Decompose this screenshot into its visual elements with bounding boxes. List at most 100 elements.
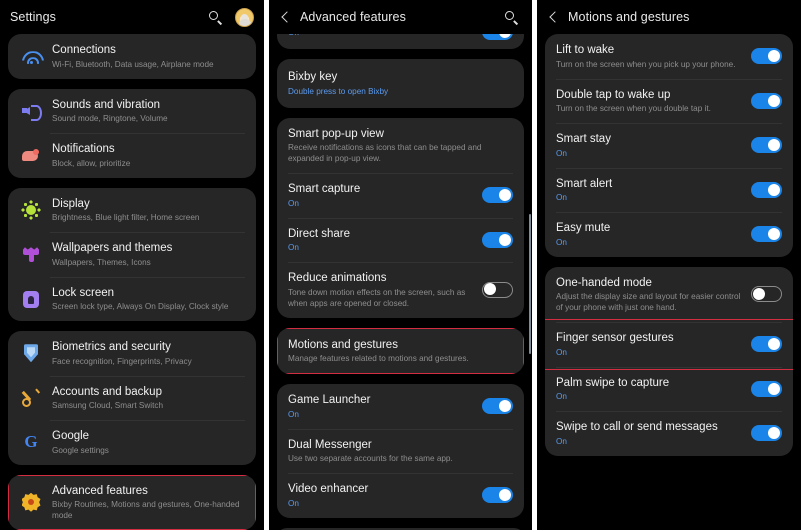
list-item-title: Bixby key — [288, 71, 338, 83]
sidebar-item-biometrics-and-security[interactable]: Biometrics and security Face recognition… — [8, 331, 256, 376]
list-item-subtitle: On — [288, 34, 474, 38]
list-item-title: Reduce animations — [288, 272, 387, 284]
list-item-title: Lift to wake — [556, 44, 615, 56]
motions-and-gestures-scroll-area[interactable]: Lift to wake Turn on the screen when you… — [537, 34, 801, 530]
lock-icon — [19, 287, 43, 311]
toggle-switch[interactable] — [751, 137, 782, 154]
list-item-subtitle: On — [288, 498, 299, 508]
mg-group-gestures: One-handed mode Adjust the display size … — [545, 266, 793, 456]
list-item-motions-and-gestures[interactable]: Motions and gestures Manage features rel… — [277, 328, 524, 375]
panel-settings: Settings Connections Wi-Fi, Bluetooth, D… — [0, 0, 264, 530]
list-item-smart-pop-up-view[interactable]: Smart pop-up view Receive notifications … — [277, 118, 524, 174]
toggle-switch[interactable] — [751, 226, 782, 243]
list-item-subtitle: Sound mode, Ringtone, Volume — [52, 114, 168, 123]
list-item-double-tap-to-wake-up[interactable]: Double tap to wake up Turn on the screen… — [545, 78, 793, 124]
sidebar-item-wallpapers-and-themes[interactable]: Wallpapers and themes Wallpapers, Themes… — [8, 232, 256, 277]
list-item-smart-alert[interactable]: Smart alert On — [545, 167, 793, 213]
list-item-title: Lock screen — [52, 286, 115, 299]
settings-scroll-area[interactable]: Connections Wi-Fi, Bluetooth, Data usage… — [0, 34, 264, 530]
list-item-bixby-key[interactable]: Bixby key Double press to open Bixby — [277, 59, 524, 108]
search-icon[interactable] — [503, 9, 520, 26]
back-arrow-icon[interactable] — [547, 10, 561, 24]
sidebar-item-google[interactable]: G Google Google settings — [8, 420, 256, 465]
advanced-features-scroll-area[interactable]: On Bixby key Double press to open Bixby … — [269, 34, 532, 530]
settings-group-display: Display Brightness, Blue light filter, H… — [8, 187, 256, 322]
advanced-features-icon — [19, 490, 43, 514]
toggle-switch[interactable] — [482, 231, 513, 248]
toggle-switch[interactable] — [482, 187, 513, 204]
sidebar-item-advanced-features[interactable]: Advanced features Bixby Routines, Motion… — [8, 475, 256, 530]
list-item-one-handed-mode[interactable]: One-handed mode Adjust the display size … — [545, 267, 793, 323]
list-item-subtitle: On — [556, 436, 567, 446]
toggle-switch[interactable] — [751, 181, 782, 198]
list-item-subtitle: Screen lock type, Always On Display, Clo… — [52, 302, 229, 311]
sidebar-item-lock-screen[interactable]: Lock screen Screen lock type, Always On … — [8, 276, 256, 322]
list-item-title: Smart pop-up view — [288, 127, 384, 140]
toggle-switch[interactable] — [751, 336, 782, 353]
wifi-icon — [19, 44, 43, 68]
display-icon — [19, 198, 43, 222]
toggle-switch[interactable] — [482, 398, 513, 415]
af-group-apps: Game Launcher On Dual Messenger Use two … — [277, 384, 524, 518]
list-item-subtitle: Use two separate accounts for the same a… — [288, 454, 453, 463]
notification-icon — [19, 143, 43, 167]
toggle-switch[interactable] — [482, 281, 513, 298]
list-item-subtitle: On — [556, 193, 567, 202]
list-item-lift-to-wake[interactable]: Lift to wake Turn on the screen when you… — [545, 34, 793, 79]
list-item-title: Connections — [52, 44, 116, 56]
list-item-swipe-to-call-or-send-messages[interactable]: Swipe to call or send messages On — [545, 411, 793, 456]
list-item-subtitle: Manage features related to motions and g… — [288, 354, 469, 363]
list-item-subtitle: On — [288, 198, 299, 208]
advanced-features-header: Advanced features — [269, 0, 532, 34]
list-item-dual-messenger[interactable]: Dual Messenger Use two separate accounts… — [277, 428, 524, 474]
sidebar-item-notifications[interactable]: Notifications Block, allow, prioritize — [8, 133, 256, 178]
list-item-direct-share[interactable]: Direct share On — [277, 217, 524, 263]
list-item-title: Palm swipe to capture — [556, 376, 670, 389]
af-group-clipped: On — [277, 34, 524, 49]
sidebar-item-accounts-and-backup[interactable]: Accounts and backup Samsung Cloud, Smart… — [8, 375, 256, 421]
settings-header: Settings — [0, 0, 264, 34]
list-item-title: Direct share — [288, 227, 350, 240]
list-item-subtitle: Adjust the display size and layout for e… — [556, 292, 741, 312]
toggle-switch[interactable] — [751, 425, 782, 442]
list-item-title: Motions and gestures — [288, 338, 398, 351]
list-item-subtitle: On — [288, 409, 299, 419]
list-item-clipped[interactable]: On — [277, 34, 524, 49]
toggle-switch[interactable] — [751, 48, 782, 65]
toggle-switch[interactable] — [751, 380, 782, 397]
wallpaper-icon — [19, 242, 43, 266]
panel-motions-and-gestures: Motions and gestures Lift to wake Turn o… — [537, 0, 801, 530]
list-item-finger-sensor-gestures[interactable]: Finger sensor gestures On — [545, 319, 793, 369]
settings-group-accounts: Biometrics and security Face recognition… — [8, 331, 256, 465]
list-item-subtitle: Face recognition, Fingerprints, Privacy — [52, 356, 192, 366]
panel-advanced-features: Advanced features On Bixby key Double pr — [269, 0, 532, 530]
sidebar-item-sounds-and-vibration[interactable]: Sounds and vibration Sound mode, Rington… — [8, 89, 256, 134]
toggle-switch[interactable] — [751, 92, 782, 109]
google-icon: G — [24, 432, 38, 452]
af-group-main: Smart pop-up view Receive notifications … — [277, 117, 524, 318]
list-item-smart-stay[interactable]: Smart stay On — [545, 123, 793, 168]
back-arrow-icon[interactable] — [279, 10, 293, 24]
list-item-title: Wallpapers and themes — [52, 242, 173, 254]
search-icon[interactable] — [207, 9, 224, 26]
list-item-palm-swipe-to-capture[interactable]: Palm swipe to capture On — [545, 366, 793, 412]
sidebar-item-connections[interactable]: Connections Wi-Fi, Bluetooth, Data usage… — [8, 34, 256, 79]
list-item-video-enhancer[interactable]: Video enhancer On — [277, 473, 524, 518]
scrollbar[interactable] — [528, 214, 531, 354]
toggle-switch[interactable] — [482, 34, 513, 40]
toggle-switch[interactable] — [751, 286, 782, 303]
list-item-title: Double tap to wake up — [556, 88, 671, 101]
list-item-game-launcher[interactable]: Game Launcher On — [277, 384, 524, 429]
list-item-subtitle: On — [556, 347, 567, 357]
list-item-title: Smart capture — [288, 183, 361, 195]
sound-icon — [19, 99, 43, 123]
list-item-reduce-animations[interactable]: Reduce animations Tone down motion effec… — [277, 262, 524, 318]
avatar[interactable] — [235, 7, 254, 27]
list-item-title: Smart stay — [556, 133, 611, 145]
list-item-title: One-handed mode — [556, 276, 652, 289]
toggle-switch[interactable] — [482, 487, 513, 504]
list-item-subtitle: Turn on the screen when you double tap i… — [556, 104, 711, 113]
list-item-smart-capture[interactable]: Smart capture On — [277, 173, 524, 218]
list-item-easy-mute[interactable]: Easy mute On — [545, 212, 793, 257]
sidebar-item-display[interactable]: Display Brightness, Blue light filter, H… — [8, 188, 256, 233]
